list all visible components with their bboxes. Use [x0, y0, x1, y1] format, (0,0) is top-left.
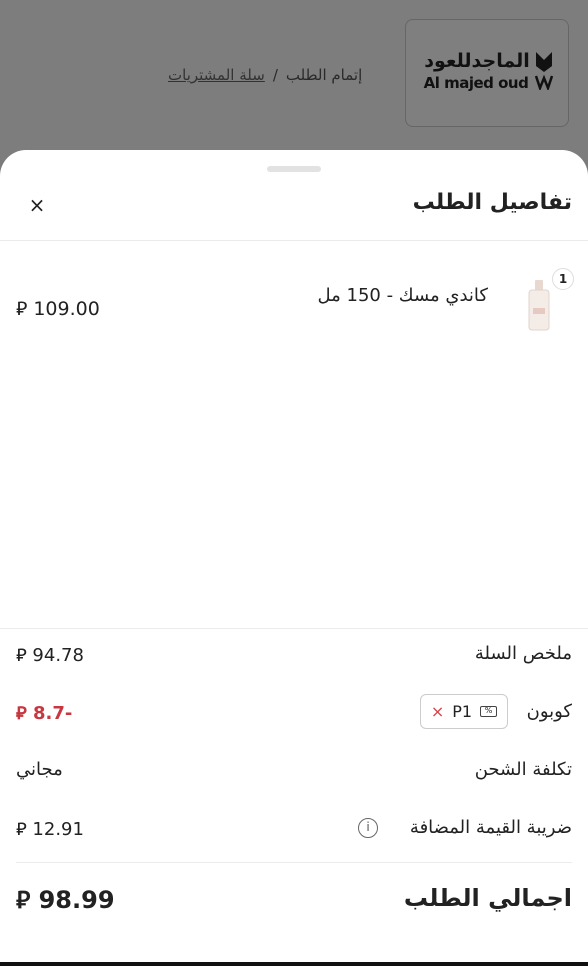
- sheet-title: تفاصيل الطلب: [412, 190, 572, 215]
- brand-logo[interactable]: الماجدللعود Al majed oud: [405, 19, 569, 127]
- vat-label: ضريبة القيمة المضافة: [409, 817, 572, 838]
- item-price: ⃁ 109.00: [16, 298, 100, 320]
- order-details-sheet: تفاصيل الطلب ×: [0, 150, 588, 966]
- close-icon[interactable]: ×: [26, 194, 48, 216]
- items-divider: [0, 628, 588, 629]
- cart-summary-label: ملخص السلة: [474, 643, 572, 664]
- sheet-drag-handle[interactable]: [267, 166, 321, 172]
- header-divider: [0, 240, 588, 241]
- logo-mark-icon: [534, 52, 554, 90]
- shipping-value: مجاني: [16, 759, 63, 780]
- shipping-label: تكلفة الشحن: [474, 759, 572, 780]
- cart-summary-value: ⃁ 94.78: [16, 645, 84, 666]
- bottom-edge: [0, 962, 588, 966]
- coupon-chip: × P1 %: [420, 694, 508, 729]
- vat-value: ⃁ 12.91: [16, 819, 84, 840]
- breadcrumb: إتمام الطلب / سلة المشتريات: [168, 66, 362, 84]
- logo-english-text: Al majed oud: [423, 74, 529, 92]
- coupon-label: كوبون: [526, 701, 572, 722]
- breadcrumb-separator: /: [272, 66, 278, 84]
- coupon-remove-icon[interactable]: ×: [431, 702, 444, 721]
- breadcrumb-cart-link[interactable]: سلة المشتريات: [168, 66, 265, 84]
- logo-arabic-text: الماجدللعود: [424, 50, 530, 72]
- product-image: [528, 280, 550, 331]
- quantity-badge: 1: [552, 268, 574, 290]
- page-header: الماجدللعود Al majed oud إتمام الطلب / س…: [0, 0, 588, 160]
- item-name: كاندي مسك - 150 مل: [317, 285, 489, 306]
- breadcrumb-checkout: إتمام الطلب: [285, 66, 363, 84]
- order-total-value: ⃁ 98.99: [16, 886, 115, 914]
- total-divider: [16, 862, 572, 863]
- coupon-discount-value: ⃁ 8.7-: [16, 703, 73, 724]
- coupon-code: P1: [452, 702, 473, 721]
- info-icon[interactable]: i: [358, 818, 378, 838]
- coupon-ticket-icon: %: [480, 706, 498, 717]
- order-total-label: اجمالي الطلب: [403, 884, 572, 912]
